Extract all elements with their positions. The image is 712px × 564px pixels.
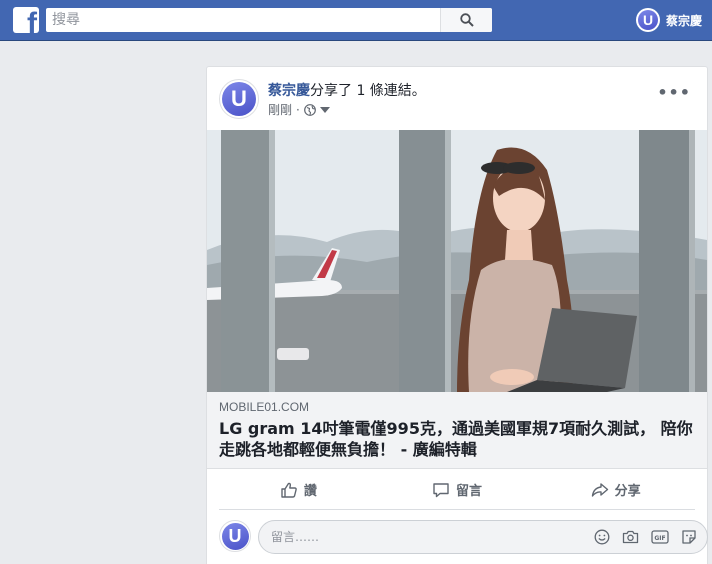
search-input[interactable] [46,8,440,32]
post-timestamp[interactable]: 剛剛 [268,101,292,118]
svg-text:GIF: GIF [654,535,665,542]
comment-tools: GIF [594,529,707,545]
post-header: U 蔡宗慶分享了 1 條連結。 剛剛 · ••• [219,79,699,121]
share-button[interactable]: 分享 [536,470,695,509]
gif-icon[interactable]: GIF [651,529,669,545]
avatar: U [636,8,660,32]
link-domain: MOBILE01.COM [219,400,310,414]
top-navigation-bar: f U 蔡宗慶 [0,0,712,41]
audience-dropdown-icon[interactable] [319,106,330,113]
profile-name: 蔡宗慶 [666,13,703,28]
search-button[interactable] [440,8,492,32]
share-label: 分享 [614,484,641,499]
post-title: 蔡宗慶分享了 1 條連結。 [268,80,426,100]
meta-separator: · [296,102,300,117]
more-options-button[interactable]: ••• [657,85,691,101]
thumbs-up-icon [281,482,297,498]
commenter-avatar: U [219,520,251,552]
comment-label: 留言 [456,484,483,499]
link-preview-image[interactable] [207,130,707,392]
like-button[interactable]: 讚 [219,470,378,509]
comment-input-box: GIF [258,520,708,554]
comment-icon [433,482,449,497]
globe-icon[interactable] [303,103,316,116]
post-card: U 蔡宗慶分享了 1 條連結。 剛剛 · ••• MOBILE01.COM LG… [206,66,708,564]
post-actions: 讚 留言 分享 [219,470,695,510]
sticker-icon[interactable] [681,529,697,545]
search-bar [46,8,492,32]
search-icon [459,13,474,27]
post-meta: 剛剛 · [268,101,330,118]
emoji-icon[interactable] [594,529,610,545]
comment-composer: U GIF [219,520,708,556]
comment-button[interactable]: 留言 [378,470,537,509]
link-preview-text[interactable]: MOBILE01.COM LG gram 14吋筆電僅995克，通過美國軍規7項… [207,392,707,469]
comment-input[interactable] [259,522,594,552]
profile-link[interactable]: U 蔡宗慶 [636,7,702,33]
photo-illustration [207,130,707,392]
camera-icon[interactable] [622,529,639,545]
share-icon [591,482,608,497]
facebook-logo-icon[interactable]: f [13,7,39,33]
like-label: 讚 [303,484,317,499]
author-avatar[interactable]: U [219,79,259,119]
post-action-text: 分享了 1 條連結。 [310,83,426,99]
author-name-link[interactable]: 蔡宗慶 [268,83,310,99]
link-title[interactable]: LG gram 14吋筆電僅995克，通過美國軍規7項耐久測試， 陪你走跳各地都… [219,418,695,460]
